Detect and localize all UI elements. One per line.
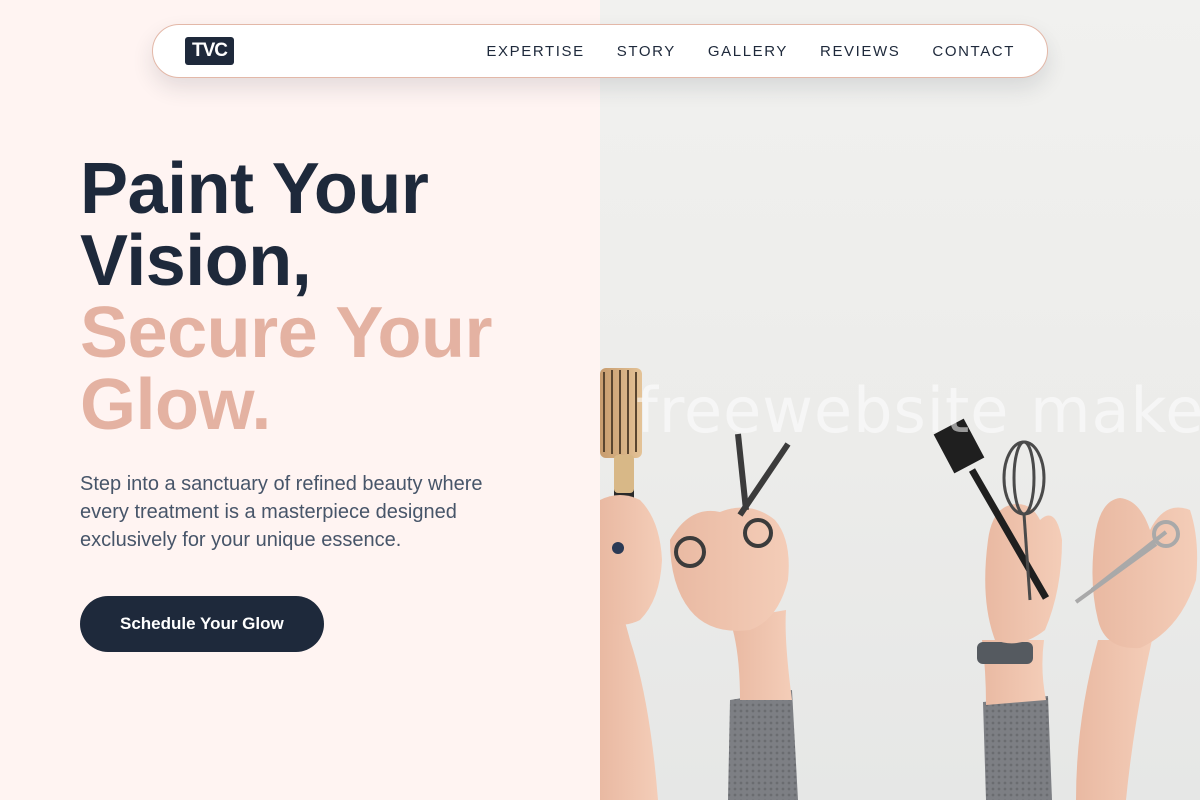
headline-line-1: Paint Your	[80, 149, 429, 229]
navbar: TVC EXPERTISE STORY GALLERY REVIEWS CONT…	[152, 24, 1048, 78]
nav-link-contact[interactable]: CONTACT	[932, 43, 1015, 60]
hero-section: Paint Your Vision, Secure Your Glow. Ste…	[80, 153, 580, 652]
logo[interactable]: TVC	[185, 37, 234, 65]
hero-image: freewebsite makeup	[600, 0, 1200, 800]
schedule-glow-button[interactable]: Schedule Your Glow	[80, 596, 324, 652]
nav-link-reviews[interactable]: REVIEWS	[820, 43, 900, 60]
nav-links: EXPERTISE STORY GALLERY REVIEWS CONTACT	[486, 43, 1015, 60]
hero-headline: Paint Your Vision, Secure Your Glow.	[80, 153, 580, 441]
nav-link-story[interactable]: STORY	[617, 43, 676, 60]
watermark-text: freewebsite makeup	[636, 374, 1200, 447]
headline-line-2: Vision,	[80, 221, 312, 301]
hero-description: Step into a sanctuary of refined beauty …	[80, 473, 483, 551]
nav-link-expertise[interactable]: EXPERTISE	[486, 43, 584, 60]
headline-accent-line-2: Glow.	[80, 365, 271, 445]
headline-accent-line-1: Secure Your	[80, 293, 493, 373]
nav-link-gallery[interactable]: GALLERY	[708, 43, 788, 60]
